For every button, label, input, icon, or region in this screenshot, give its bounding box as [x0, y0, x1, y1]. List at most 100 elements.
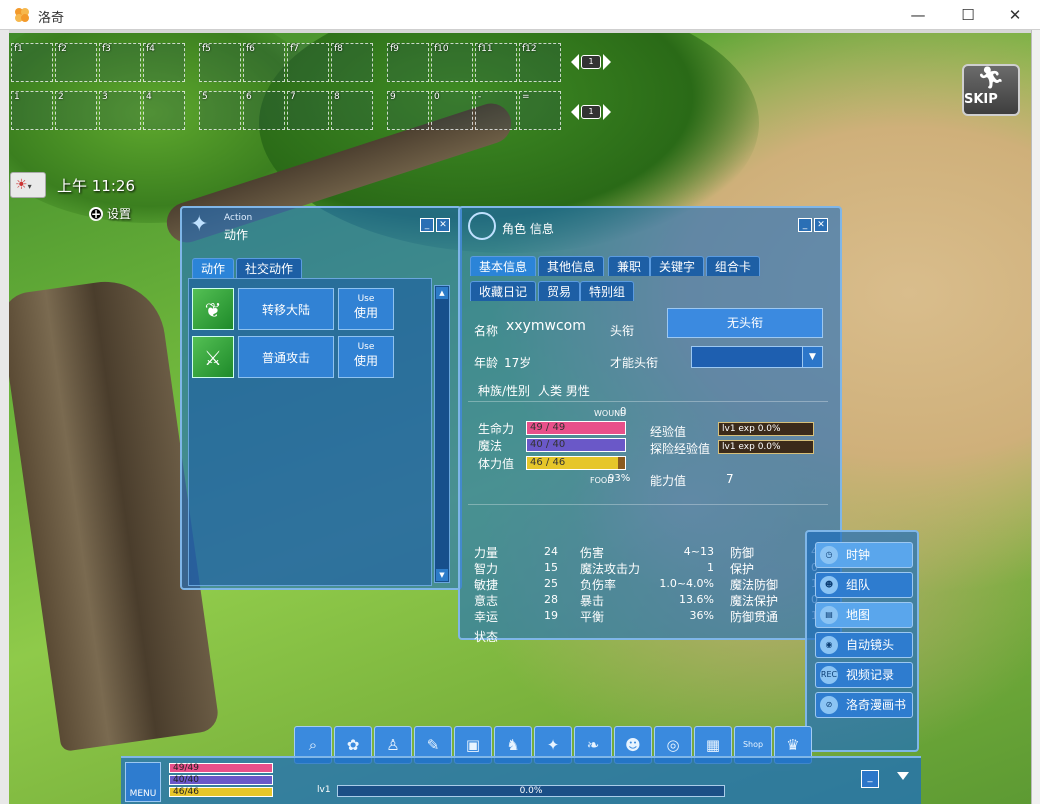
sword-icon[interactable]: ⚔ [192, 336, 234, 378]
page-next-icon[interactable] [603, 54, 611, 70]
tab-trade[interactable]: 贸易 [538, 281, 581, 301]
quickslot-equals[interactable]: = [519, 91, 561, 130]
quickslot-f11[interactable]: f11 [475, 43, 517, 82]
attr-label: 力量 [474, 546, 499, 560]
book-icon: ⊘ [820, 696, 838, 714]
video-record-menu-button[interactable]: REC 视频记录 [815, 662, 913, 688]
panel-minimize-button[interactable]: _ [420, 218, 434, 232]
map-menu-button[interactable]: ▤ 地图 [815, 602, 913, 628]
attr-value: 15 [544, 561, 558, 574]
skip-button[interactable]: 🏃︎ SKIP [962, 64, 1020, 116]
tab-social-action[interactable]: 社交动作 [236, 258, 303, 278]
talent-title-select[interactable]: ▼ [691, 346, 823, 368]
quickslot-page-control[interactable]: 1 [571, 104, 611, 120]
tab-collection-diary[interactable]: 收藏日记 [470, 281, 537, 301]
attr-label: 智力 [474, 562, 499, 576]
settings-button[interactable]: + 设置 [89, 205, 131, 222]
attr-label: 敏捷 [474, 578, 499, 592]
quickslot-minus[interactable]: - [475, 91, 517, 130]
page-prev-icon[interactable] [571, 54, 579, 70]
menu-button[interactable]: MENU [125, 762, 161, 802]
chevron-down-icon[interactable]: ▼ [436, 569, 448, 581]
quickslot-f6[interactable]: f6 [243, 43, 285, 82]
talent-title-label: 才能头衔 [610, 356, 659, 370]
quickslot-f1[interactable]: f1 [11, 43, 53, 82]
stamina-mini-bar: 46/46 [169, 787, 273, 797]
stamina-bar: 46 / 46 [526, 456, 626, 470]
title-selector[interactable]: 无头衔 [667, 308, 823, 338]
panel-close-button[interactable]: ✕ [436, 218, 450, 232]
hp-label: 生命力 [478, 422, 515, 436]
quickslot-4[interactable]: 4 [143, 91, 185, 130]
side-menu: ◷ 时钟 ☻ 组队 ▤ 地图 ◉ 自动镜头 REC 视频记录 ⊘ 洛奇漫画书 [805, 530, 919, 752]
tab-combo-card[interactable]: 组合卡 [706, 256, 761, 276]
quickslot-f9[interactable]: f9 [387, 43, 429, 82]
bottom-status-bar: MENU 49/49 40/40 46/46 lv1 0.0% _ [121, 756, 921, 804]
chevron-down-icon[interactable]: ▼ [802, 347, 822, 367]
minimize-button[interactable]: — [898, 3, 938, 27]
skill-name[interactable]: 普通攻击 [238, 336, 334, 378]
party-menu-button[interactable]: ☻ 组队 [815, 572, 913, 598]
quickslot-f8[interactable]: f8 [331, 43, 373, 82]
attr-label: 意志 [474, 594, 499, 608]
use-button[interactable]: Use 使用 [338, 288, 394, 330]
minimize-icon[interactable]: _ [861, 770, 879, 788]
tab-keywords[interactable]: 关键字 [650, 256, 705, 276]
defense-label: 魔法保护 [730, 594, 779, 608]
game-time: 上午 11:26 [57, 177, 135, 195]
maximize-button[interactable]: ☐ [948, 3, 988, 27]
tab-part-time[interactable]: 兼职 [608, 256, 651, 276]
action-panel-header[interactable]: ✦ Action 动作 _ ✕ [182, 208, 460, 244]
skill-name[interactable]: 转移大陆 [238, 288, 334, 330]
running-man-icon: 🏃︎ [977, 66, 1005, 91]
quickslot-f4[interactable]: f4 [143, 43, 185, 82]
panel-minimize-button[interactable]: _ [798, 218, 812, 232]
defense-label: 防御贯通 [730, 610, 779, 624]
chevron-down-icon: ▾ [27, 182, 32, 191]
list-item: ⚔ 普通攻击 Use 使用 [192, 336, 397, 380]
clock-menu-button[interactable]: ◷ 时钟 [815, 542, 913, 568]
chevron-up-icon[interactable]: ▲ [436, 287, 448, 299]
age-value: 17岁 [504, 356, 532, 370]
sun-icon: ☀ [15, 177, 28, 193]
comic-book-menu-button[interactable]: ⊘ 洛奇漫画书 [815, 692, 913, 718]
quickslot-f7[interactable]: f7 [287, 43, 329, 82]
page-prev-icon[interactable] [571, 104, 579, 120]
quickslot-f10[interactable]: f10 [431, 43, 473, 82]
quickslot-f5[interactable]: f5 [199, 43, 241, 82]
quickslot-9[interactable]: 9 [387, 91, 429, 130]
close-button[interactable]: ✕ [995, 3, 1035, 27]
auto-camera-menu-button[interactable]: ◉ 自动镜头 [815, 632, 913, 658]
tab-basic-info[interactable]: 基本信息 [470, 256, 537, 276]
quickslot-5[interactable]: 5 [199, 91, 241, 130]
rec-icon: REC [820, 666, 838, 684]
combat-value: 36% [689, 609, 714, 622]
quickslot-f2[interactable]: f2 [55, 43, 97, 82]
character-panel-header[interactable]: 角色 信息 _ ✕ [460, 208, 840, 244]
tab-special-group[interactable]: 特别组 [580, 281, 635, 301]
game-viewport[interactable]: f1 f2 f3 f4 f5 f6 f7 f8 f9 f10 f11 f12 1… [9, 33, 1031, 804]
quickslot-8[interactable]: 8 [331, 91, 373, 130]
quickslot-7[interactable]: 7 [287, 91, 329, 130]
use-button[interactable]: Use 使用 [338, 336, 394, 378]
quickslot-page-control[interactable]: 1 [571, 54, 611, 70]
action-list-scrollbar[interactable]: ▲ ▼ [434, 285, 450, 583]
hp-mini-bar: 49/49 [169, 763, 273, 773]
quickslot-f3[interactable]: f3 [99, 43, 141, 82]
tab-action[interactable]: 动作 [192, 258, 235, 278]
quickslot-0[interactable]: 0 [431, 91, 473, 130]
tab-other-info[interactable]: 其他信息 [538, 256, 605, 276]
wing-icon[interactable]: ❦ [192, 288, 234, 330]
chevron-down-icon[interactable] [897, 772, 909, 780]
weather-toggle[interactable]: ☀▾ [10, 172, 46, 198]
name-label: 名称 [474, 324, 499, 338]
page-next-icon[interactable] [603, 104, 611, 120]
combat-label: 平衡 [580, 610, 605, 624]
quickslot-6[interactable]: 6 [243, 91, 285, 130]
exp-label: 经验值 [650, 425, 687, 439]
panel-close-button[interactable]: ✕ [814, 218, 828, 232]
quickslot-3[interactable]: 3 [99, 91, 141, 130]
quickslot-1[interactable]: 1 [11, 91, 53, 130]
quickslot-2[interactable]: 2 [55, 91, 97, 130]
quickslot-f12[interactable]: f12 [519, 43, 561, 82]
